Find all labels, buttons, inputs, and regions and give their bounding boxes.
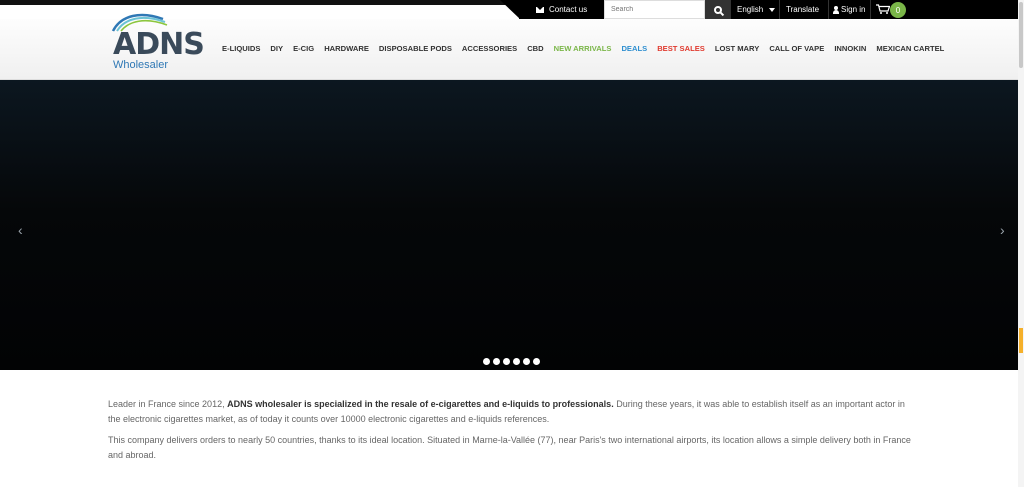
carousel-dot[interactable] xyxy=(523,358,530,365)
user-icon xyxy=(833,5,839,14)
brand-subtitle: Wholesaler xyxy=(113,59,169,71)
contact-label: Contact us xyxy=(549,5,588,14)
carousel-dot[interactable] xyxy=(493,358,500,365)
caret-down-icon xyxy=(769,7,776,12)
signin-label: Sign in xyxy=(841,5,866,14)
cart-count-badge: 0 xyxy=(890,2,906,18)
translate-link[interactable]: Translate xyxy=(786,0,819,19)
scrollbar-marker xyxy=(1019,328,1023,353)
nav-item-disposable-pods[interactable]: DISPOSABLE PODS xyxy=(374,44,457,53)
intro-paragraph: Leader in France since 2012, ADNS wholes… xyxy=(108,397,916,427)
nav-item-best-sales[interactable]: BEST SALES xyxy=(652,44,710,53)
carousel-dot[interactable] xyxy=(503,358,510,365)
nav-item-lost-mary[interactable]: LOST MARY xyxy=(710,44,764,53)
nav-item-new-arrivals[interactable]: NEW ARRIVALS xyxy=(549,44,617,53)
language-selector[interactable]: English xyxy=(737,0,776,19)
scrollbar[interactable] xyxy=(1018,0,1024,487)
intro-highlight: ADNS wholesaler is specialized in the re… xyxy=(227,399,614,409)
nav-item-call-of-vape[interactable]: CALL OF VAPE xyxy=(764,44,829,53)
nav-item-diy[interactable]: DIY xyxy=(265,44,288,53)
cart-icon xyxy=(876,4,890,14)
divider xyxy=(870,0,871,19)
carousel-next-icon[interactable]: › xyxy=(1000,222,1005,238)
nav-item-deals[interactable]: DEALS xyxy=(616,44,652,53)
carousel-dot[interactable] xyxy=(533,358,540,365)
carousel-indicators xyxy=(483,358,540,365)
intro-section: Leader in France since 2012, ADNS wholes… xyxy=(108,397,916,469)
signin-link[interactable]: Sign in xyxy=(833,0,865,19)
search-button[interactable] xyxy=(705,0,731,19)
nav-item-hardware[interactable]: HARDWARE xyxy=(319,44,374,53)
intro-paragraph: This company delivers orders to nearly 5… xyxy=(108,435,911,460)
main-header: ADNS Wholesaler E-LIQUIDS DIY E-CIG HARD… xyxy=(0,13,1018,80)
top-accent-line xyxy=(0,0,519,5)
hero-carousel: ‹ › xyxy=(0,80,1018,370)
search-input[interactable] xyxy=(604,0,705,19)
search-icon xyxy=(714,5,722,14)
brand-name: ADNS xyxy=(113,27,205,62)
translate-label: Translate xyxy=(786,5,820,14)
carousel-dot[interactable] xyxy=(513,358,520,365)
main-nav: E-LIQUIDS DIY E-CIG HARDWARE DISPOSABLE … xyxy=(222,44,949,53)
language-label: English xyxy=(737,5,764,14)
divider xyxy=(828,0,829,19)
page: Contact us English Translate Sign in 0 xyxy=(0,0,1024,487)
carousel-dot[interactable] xyxy=(483,358,490,365)
nav-item-accessories[interactable]: ACCESSORIES xyxy=(457,44,522,53)
top-bar-slant xyxy=(500,0,520,19)
divider xyxy=(779,0,780,19)
mail-icon xyxy=(536,6,544,13)
cart-button[interactable]: 0 xyxy=(876,1,908,18)
carousel-prev-icon[interactable]: ‹ xyxy=(18,222,23,238)
logo[interactable]: ADNS Wholesaler xyxy=(107,9,212,71)
nav-item-e-liquids[interactable]: E-LIQUIDS xyxy=(222,44,265,53)
nav-item-cbd[interactable]: CBD xyxy=(522,44,548,53)
scrollbar-thumb[interactable] xyxy=(1019,2,1023,68)
nav-item-e-cig[interactable]: E-CIG xyxy=(288,44,319,53)
contact-link[interactable]: Contact us xyxy=(536,0,587,19)
nav-item-innokin[interactable]: INNOKIN xyxy=(829,44,871,53)
intro-text: Leader in France since 2012, xyxy=(108,399,228,409)
nav-item-mexican-cartel[interactable]: MEXICAN CARTEL xyxy=(871,44,949,53)
